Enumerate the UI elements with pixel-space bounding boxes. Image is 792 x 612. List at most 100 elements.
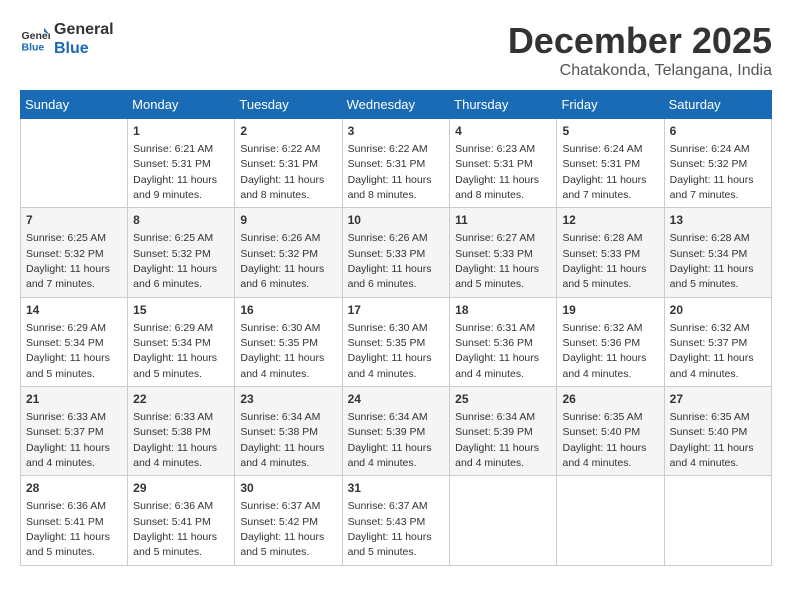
day-number: 24: [348, 391, 445, 408]
calendar-cell: 4 Sunrise: 6:23 AMSunset: 5:31 PMDaylight…: [450, 119, 557, 208]
calendar-cell: 20 Sunrise: 6:32 AMSunset: 5:37 PMDayligh…: [664, 297, 771, 386]
calendar-cell: 8 Sunrise: 6:25 AMSunset: 5:32 PMDaylight…: [128, 208, 235, 297]
logo-general: General: [54, 20, 114, 39]
logo-blue: Blue: [54, 39, 114, 58]
cell-content: Sunrise: 6:35 AMSunset: 5:40 PMDaylight:…: [562, 411, 646, 469]
cell-content: Sunrise: 6:28 AMSunset: 5:33 PMDaylight:…: [562, 232, 646, 290]
day-number: 25: [455, 391, 551, 408]
page-header: General Blue General Blue December 2025 …: [20, 20, 772, 80]
day-number: 3: [348, 123, 445, 140]
calendar-cell: 14 Sunrise: 6:29 AMSunset: 5:34 PMDayligh…: [21, 297, 128, 386]
calendar-cell: 18 Sunrise: 6:31 AMSunset: 5:36 PMDayligh…: [450, 297, 557, 386]
cell-content: Sunrise: 6:32 AMSunset: 5:37 PMDaylight:…: [670, 322, 754, 380]
cell-content: Sunrise: 6:35 AMSunset: 5:40 PMDaylight:…: [670, 411, 754, 469]
calendar-week-row: 7 Sunrise: 6:25 AMSunset: 5:32 PMDaylight…: [21, 208, 772, 297]
calendar-cell: 24 Sunrise: 6:34 AMSunset: 5:39 PMDayligh…: [342, 387, 450, 476]
cell-content: Sunrise: 6:33 AMSunset: 5:38 PMDaylight:…: [133, 411, 217, 469]
day-number: 1: [133, 123, 229, 140]
calendar-cell: 17 Sunrise: 6:30 AMSunset: 5:35 PMDayligh…: [342, 297, 450, 386]
cell-content: Sunrise: 6:37 AMSunset: 5:43 PMDaylight:…: [348, 500, 432, 558]
cell-content: Sunrise: 6:23 AMSunset: 5:31 PMDaylight:…: [455, 143, 539, 201]
calendar-week-row: 1 Sunrise: 6:21 AMSunset: 5:31 PMDaylight…: [21, 119, 772, 208]
month-title: December 2025: [508, 20, 772, 62]
cell-content: Sunrise: 6:24 AMSunset: 5:32 PMDaylight:…: [670, 143, 754, 201]
day-number: 16: [240, 302, 336, 319]
calendar-cell: 31 Sunrise: 6:37 AMSunset: 5:43 PMDayligh…: [342, 476, 450, 565]
day-number: 30: [240, 480, 336, 497]
calendar-cell: 11Sunrise: 6:27 AMSunset: 5:33 PMDayligh…: [450, 208, 557, 297]
calendar-cell: 30 Sunrise: 6:37 AMSunset: 5:42 PMDayligh…: [235, 476, 342, 565]
day-number: 10: [348, 212, 445, 229]
calendar-cell: [557, 476, 664, 565]
cell-content: Sunrise: 6:21 AMSunset: 5:31 PMDaylight:…: [133, 143, 217, 201]
day-number: 20: [670, 302, 766, 319]
cell-content: Sunrise: 6:34 AMSunset: 5:39 PMDaylight:…: [455, 411, 539, 469]
calendar-cell: 16 Sunrise: 6:30 AMSunset: 5:35 PMDayligh…: [235, 297, 342, 386]
day-number: 29: [133, 480, 229, 497]
header-thursday: Thursday: [450, 91, 557, 119]
calendar-cell: [21, 119, 128, 208]
calendar-week-row: 21Sunrise: 6:33 AMSunset: 5:37 PMDayligh…: [21, 387, 772, 476]
day-number: 9: [240, 212, 336, 229]
calendar-cell: 21Sunrise: 6:33 AMSunset: 5:37 PMDayligh…: [21, 387, 128, 476]
cell-content: Sunrise: 6:29 AMSunset: 5:34 PMDaylight:…: [26, 322, 110, 380]
calendar-cell: 13Sunrise: 6:28 AMSunset: 5:34 PMDayligh…: [664, 208, 771, 297]
cell-content: Sunrise: 6:25 AMSunset: 5:32 PMDaylight:…: [26, 232, 110, 290]
calendar-cell: 1 Sunrise: 6:21 AMSunset: 5:31 PMDaylight…: [128, 119, 235, 208]
cell-content: Sunrise: 6:37 AMSunset: 5:42 PMDaylight:…: [240, 500, 324, 558]
day-number: 13: [670, 212, 766, 229]
cell-content: Sunrise: 6:22 AMSunset: 5:31 PMDaylight:…: [348, 143, 432, 201]
calendar-cell: 2Sunrise: 6:22 AMSunset: 5:31 PMDaylight…: [235, 119, 342, 208]
calendar-cell: [664, 476, 771, 565]
day-number: 14: [26, 302, 122, 319]
day-number: 12: [562, 212, 658, 229]
calendar-cell: 9Sunrise: 6:26 AMSunset: 5:32 PMDaylight…: [235, 208, 342, 297]
calendar-table: SundayMondayTuesdayWednesdayThursdayFrid…: [20, 90, 772, 566]
day-number: 27: [670, 391, 766, 408]
cell-content: Sunrise: 6:25 AMSunset: 5:32 PMDaylight:…: [133, 232, 217, 290]
cell-content: Sunrise: 6:31 AMSunset: 5:36 PMDaylight:…: [455, 322, 539, 380]
day-number: 17: [348, 302, 445, 319]
day-number: 21: [26, 391, 122, 408]
calendar-cell: [450, 476, 557, 565]
cell-content: Sunrise: 6:26 AMSunset: 5:33 PMDaylight:…: [348, 232, 432, 290]
header-wednesday: Wednesday: [342, 91, 450, 119]
cell-content: Sunrise: 6:30 AMSunset: 5:35 PMDaylight:…: [348, 322, 432, 380]
calendar-week-row: 28Sunrise: 6:36 AMSunset: 5:41 PMDayligh…: [21, 476, 772, 565]
cell-content: Sunrise: 6:34 AMSunset: 5:38 PMDaylight:…: [240, 411, 324, 469]
calendar-week-row: 14 Sunrise: 6:29 AMSunset: 5:34 PMDayligh…: [21, 297, 772, 386]
calendar-cell: 25 Sunrise: 6:34 AMSunset: 5:39 PMDayligh…: [450, 387, 557, 476]
day-number: 4: [455, 123, 551, 140]
calendar-cell: 23Sunrise: 6:34 AMSunset: 5:38 PMDayligh…: [235, 387, 342, 476]
cell-content: Sunrise: 6:34 AMSunset: 5:39 PMDaylight:…: [348, 411, 432, 469]
calendar-cell: 19Sunrise: 6:32 AMSunset: 5:36 PMDayligh…: [557, 297, 664, 386]
day-number: 8: [133, 212, 229, 229]
calendar-cell: 10 Sunrise: 6:26 AMSunset: 5:33 PMDayligh…: [342, 208, 450, 297]
day-number: 28: [26, 480, 122, 497]
day-number: 15: [133, 302, 229, 319]
calendar-cell: 22Sunrise: 6:33 AMSunset: 5:38 PMDayligh…: [128, 387, 235, 476]
calendar-cell: 5 Sunrise: 6:24 AMSunset: 5:31 PMDaylight…: [557, 119, 664, 208]
location-subtitle: Chatakonda, Telangana, India: [508, 62, 772, 80]
cell-content: Sunrise: 6:24 AMSunset: 5:31 PMDaylight:…: [562, 143, 646, 201]
logo: General Blue General Blue: [20, 20, 114, 58]
calendar-cell: 6 Sunrise: 6:24 AMSunset: 5:32 PMDaylight…: [664, 119, 771, 208]
header-sunday: Sunday: [21, 91, 128, 119]
day-number: 6: [670, 123, 766, 140]
day-number: 11: [455, 212, 551, 229]
calendar-cell: 7 Sunrise: 6:25 AMSunset: 5:32 PMDaylight…: [21, 208, 128, 297]
calendar-cell: 27 Sunrise: 6:35 AMSunset: 5:40 PMDayligh…: [664, 387, 771, 476]
cell-content: Sunrise: 6:32 AMSunset: 5:36 PMDaylight:…: [562, 322, 646, 380]
day-number: 5: [562, 123, 658, 140]
day-number: 18: [455, 302, 551, 319]
header-tuesday: Tuesday: [235, 91, 342, 119]
day-number: 7: [26, 212, 122, 229]
svg-text:Blue: Blue: [22, 41, 45, 53]
cell-content: Sunrise: 6:29 AMSunset: 5:34 PMDaylight:…: [133, 322, 217, 380]
calendar-cell: 12 Sunrise: 6:28 AMSunset: 5:33 PMDayligh…: [557, 208, 664, 297]
day-number: 26: [562, 391, 658, 408]
cell-content: Sunrise: 6:30 AMSunset: 5:35 PMDaylight:…: [240, 322, 324, 380]
day-number: 31: [348, 480, 445, 497]
calendar-cell: 28Sunrise: 6:36 AMSunset: 5:41 PMDayligh…: [21, 476, 128, 565]
calendar-cell: 15 Sunrise: 6:29 AMSunset: 5:34 PMDayligh…: [128, 297, 235, 386]
